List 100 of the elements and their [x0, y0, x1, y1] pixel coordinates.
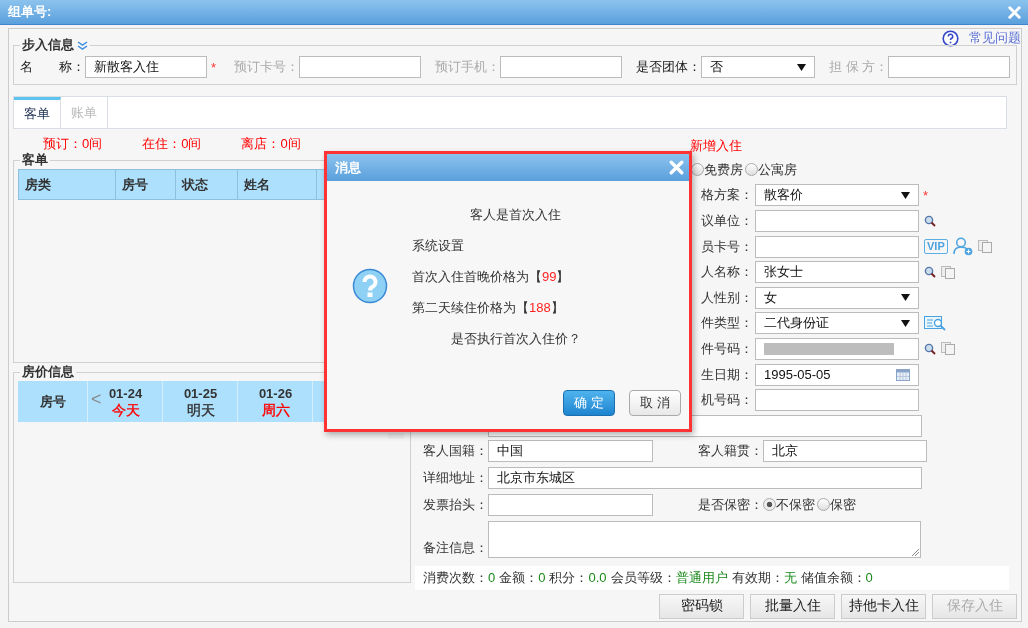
field-label: 人性别：	[701, 288, 753, 307]
action-button[interactable]: 密码锁	[659, 593, 744, 619]
stat-value: 普通用户	[675, 569, 728, 585]
select-field[interactable]: 二代身份证	[755, 312, 919, 335]
form-title: 新增入住	[689, 137, 743, 155]
column-header: 房类	[19, 170, 116, 199]
input-field[interactable]	[500, 56, 623, 78]
stat-value: 0	[488, 569, 496, 585]
field-label: 件类型：	[701, 314, 753, 333]
field-label: 格方案：	[701, 186, 753, 205]
input-field[interactable]	[755, 235, 919, 258]
radio-label: 公寓房	[758, 160, 797, 179]
input-field[interactable]	[888, 56, 1011, 78]
room-count: 离店：0间	[241, 135, 301, 151]
field-label: 客人籍贯：	[697, 442, 763, 461]
field-label: 是否团体：	[636, 58, 702, 76]
radio-button[interactable]	[817, 498, 830, 512]
copy-icon[interactable]	[941, 342, 955, 356]
required-mark: *	[211, 59, 217, 75]
section-title: 房价信息	[22, 363, 74, 381]
radio-label: 不保密	[776, 495, 815, 514]
input-field[interactable]: 中国	[488, 440, 653, 463]
stat-label: 消费次数：	[423, 569, 488, 585]
text-area[interactable]	[488, 520, 921, 558]
tab[interactable]: 客单	[14, 97, 61, 128]
field-label: 员卡号：	[701, 237, 753, 256]
dialog-text: 客人是首次入住	[470, 205, 561, 224]
caret-icon	[797, 63, 807, 71]
search-icon[interactable]	[924, 266, 936, 279]
stat-value: 0.0	[588, 569, 607, 585]
input-field[interactable]: 张女士	[755, 261, 919, 284]
input-field[interactable]	[488, 493, 653, 516]
field-label: 件号码：	[701, 339, 753, 358]
close-icon[interactable]	[668, 159, 685, 176]
field-label: 发票抬头：	[422, 495, 488, 514]
close-icon[interactable]	[1007, 4, 1022, 20]
help-icon[interactable]	[942, 29, 959, 47]
stat-label: 有效期：	[731, 569, 784, 585]
user-add-icon[interactable]	[952, 237, 973, 257]
column-header: 房号	[116, 170, 176, 199]
stat-value: 0	[865, 569, 873, 585]
input-field[interactable]	[755, 389, 919, 412]
window-title: 组单号:	[8, 3, 52, 21]
action-button[interactable]: 批量入住	[750, 593, 835, 619]
required-mark: *	[923, 187, 929, 203]
field-label: 是否保密：	[697, 495, 763, 514]
stat-label: 储值余额：	[800, 569, 866, 585]
room-count: 预订：0间	[43, 135, 103, 151]
radio-button[interactable]	[745, 163, 758, 177]
field-label: 生日期：	[701, 365, 753, 384]
caret-icon	[901, 191, 910, 199]
search-icon[interactable]	[924, 342, 936, 355]
field-label: 客人国籍：	[422, 442, 488, 461]
dialog-text: 系统设置	[412, 236, 464, 255]
expand-icon[interactable]	[77, 40, 88, 50]
room-count: 在住：0间	[142, 135, 202, 151]
input-field[interactable]: 北京	[763, 440, 927, 463]
dialog-text: 第二天续住价格为【188】	[412, 298, 564, 317]
cancel-button[interactable]: 取 消	[629, 390, 681, 416]
stat-value: 无	[783, 569, 797, 585]
search-icon[interactable]	[924, 215, 936, 227]
stat-value: 0	[538, 569, 546, 585]
dialog-text: 是否执行首次入住价？	[450, 329, 581, 348]
input-field[interactable]: 新散客入住	[85, 56, 207, 78]
select-field[interactable]: 否	[701, 56, 816, 78]
dialog-title: 消息	[335, 158, 361, 177]
resize-grip-icon[interactable]	[911, 547, 919, 556]
field-label: 预订卡号：	[234, 58, 300, 76]
select-field[interactable]: 女	[755, 286, 919, 309]
field-label: 担 保 方：	[829, 58, 889, 76]
input-field[interactable]	[755, 210, 919, 232]
stat-label: 积分：	[549, 569, 589, 585]
field-label: 名 称：	[20, 58, 85, 76]
section-title: 步入信息	[22, 36, 74, 54]
radio-label: 免费房	[704, 160, 743, 179]
radio-label: 保密	[830, 495, 856, 514]
stat-label: 金额：	[499, 569, 539, 585]
scrollbar[interactable]	[388, 433, 404, 439]
id-card-search-icon[interactable]	[924, 315, 946, 332]
faq-link[interactable]: 常见问题	[969, 29, 1021, 47]
input-field[interactable]	[755, 337, 919, 360]
copy-icon[interactable]	[977, 240, 992, 254]
calendar-icon[interactable]	[896, 368, 910, 381]
field-label: 备注信息：	[422, 538, 488, 557]
field-label: 人名称：	[701, 263, 753, 282]
input-field[interactable]: 北京市东城区	[488, 467, 922, 490]
column-header: 状态	[176, 170, 238, 199]
caret-icon	[901, 319, 910, 327]
field-label: 详细地址：	[422, 469, 488, 488]
input-field[interactable]	[299, 56, 422, 78]
copy-icon[interactable]	[941, 265, 955, 279]
action-button[interactable]: 持他卡入住	[841, 593, 926, 619]
stat-label: 会员等级：	[610, 569, 676, 585]
dialog-text: 首次入住首晚价格为【99】	[412, 267, 570, 286]
section-title: 客单	[22, 151, 48, 169]
field-label: 议单位：	[701, 212, 753, 230]
select-field[interactable]: 散客价	[755, 184, 919, 207]
field-label: 预订手机：	[435, 58, 501, 76]
radio-button[interactable]	[763, 498, 776, 512]
input-field[interactable]: 1995-05-05	[755, 363, 919, 386]
